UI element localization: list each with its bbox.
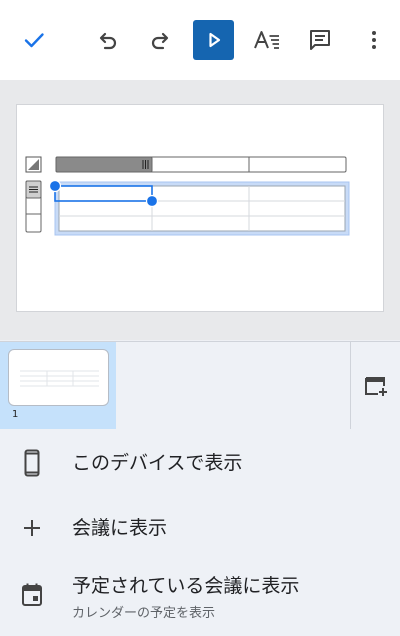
slide-thumbnail-selected[interactable]: 1 [0, 342, 116, 430]
table[interactable] [54, 181, 350, 236]
text-format-button[interactable] [247, 20, 287, 60]
present-on-this-device[interactable]: このデバイスで表示 [0, 448, 400, 478]
table-column-header[interactable] [55, 156, 347, 173]
menu-item-sublabel: カレンダーの予定を表示 [72, 606, 216, 621]
present-to-meeting[interactable]: 会議に表示 [0, 513, 400, 543]
text-format-icon [254, 31, 279, 49]
top-toolbar [0, 0, 400, 80]
filmstrip-divider [350, 342, 351, 430]
done-button[interactable] [14, 20, 54, 60]
undo-button[interactable] [88, 20, 128, 60]
more-vert-icon [372, 31, 376, 49]
present-button[interactable] [193, 20, 234, 60]
present-options-sheet: このデバイスで表示 会議に表示 予定されている会議に表示 カレンダーの予定を表示 [0, 429, 400, 636]
slide-number: 1 [12, 409, 19, 420]
menu-item-label: 予定されている会議に表示 [72, 575, 300, 597]
slide-thumbnail[interactable] [8, 349, 109, 406]
add-slide-icon [365, 377, 387, 396]
menu-item-label: このデバイスで表示 [72, 452, 243, 474]
phone-icon [18, 449, 46, 477]
new-slide-button[interactable] [356, 366, 396, 406]
plus-icon [18, 514, 46, 542]
slide-filmstrip: 1 [0, 341, 400, 430]
comment-button[interactable] [300, 20, 340, 60]
table-row-header[interactable] [25, 180, 42, 233]
slide[interactable] [16, 104, 384, 312]
present-to-scheduled-meeting[interactable]: 予定されている会議に表示 カレンダーの予定を表示 [0, 571, 400, 621]
comment-icon [310, 30, 330, 50]
table-corner-handle[interactable] [25, 156, 42, 173]
slide-canvas [0, 80, 400, 340]
check-icon [24, 33, 44, 48]
more-options-button[interactable] [354, 20, 394, 60]
redo-icon [151, 32, 169, 50]
calendar-icon [18, 581, 46, 609]
redo-button[interactable] [140, 20, 180, 60]
undo-icon [99, 32, 117, 50]
play-icon [208, 32, 220, 48]
menu-item-label: 会議に表示 [72, 517, 168, 539]
